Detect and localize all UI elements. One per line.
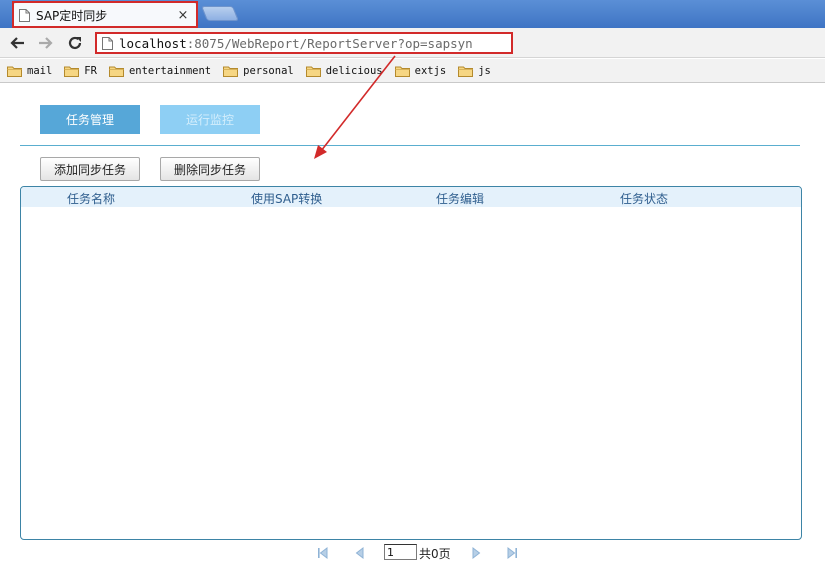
- bookmark-label: mail: [27, 64, 53, 77]
- last-page-icon[interactable]: [505, 546, 519, 560]
- back-button[interactable]: [7, 34, 27, 52]
- grid-column-header[interactable]: 使用SAP转换: [251, 190, 322, 207]
- folder-icon: [305, 66, 321, 77]
- browser-tab-strip: SAP定时同步 ×: [0, 0, 825, 28]
- new-tab-button[interactable]: [200, 6, 240, 21]
- task-manage-tab[interactable]: 任务管理: [40, 105, 140, 134]
- grid-column-header[interactable]: 任务状态: [620, 190, 668, 207]
- folder-icon: [64, 66, 80, 77]
- folder-icon: [223, 66, 239, 77]
- bookmark-personal[interactable]: personal: [223, 65, 294, 77]
- bookmark-fr[interactable]: FR: [64, 65, 97, 77]
- page-total: 共0页: [419, 547, 451, 561]
- folder-icon: [458, 66, 474, 77]
- bookmark-extjs[interactable]: extjs: [394, 64, 447, 77]
- first-page-icon[interactable]: [316, 546, 330, 560]
- run-monitor-tab[interactable]: 运行监控: [160, 105, 260, 134]
- bookmark-delicious[interactable]: delicious: [305, 64, 383, 77]
- browser-tab[interactable]: SAP定时同步 ×: [12, 2, 198, 28]
- bookmark-label: extjs: [414, 64, 447, 77]
- back-arrow-icon: [10, 37, 24, 49]
- grid-column-header[interactable]: 任务名称: [67, 190, 115, 207]
- grid-column-header[interactable]: 任务编辑: [436, 190, 484, 207]
- page-icon: [102, 36, 113, 50]
- grid-header: 任务名称 使用SAP转换 任务编辑 任务状态: [21, 187, 801, 207]
- next-page-icon[interactable]: [469, 546, 483, 560]
- bookmark-label: personal: [243, 64, 294, 77]
- prev-page-icon[interactable]: [353, 546, 367, 560]
- bookmark-label: delicious: [325, 64, 383, 77]
- folder-icon: [394, 66, 410, 77]
- browser-toolbar: localhost:8075/WebReport/ReportServer?op…: [0, 28, 825, 58]
- tab-title: SAP定时同步: [36, 9, 108, 23]
- bookmark-label: js: [478, 64, 491, 77]
- reload-icon: [68, 36, 82, 50]
- bookmark-mail[interactable]: mail: [7, 65, 52, 77]
- bookmarks-bar: mail FR entertainment personal delicious extj…: [0, 59, 825, 83]
- add-sync-task-button[interactable]: 添加同步任务: [40, 157, 140, 181]
- bookmark-label: FR: [84, 64, 97, 77]
- bookmark-entertainment[interactable]: entertainment: [108, 64, 212, 77]
- task-grid: 任务名称 使用SAP转换 任务编辑 任务状态: [20, 186, 802, 540]
- bookmark-js[interactable]: js: [458, 65, 491, 77]
- forward-button[interactable]: [36, 34, 56, 52]
- bookmark-label: entertainment: [128, 64, 212, 77]
- divider: [20, 145, 800, 146]
- url-path: :8075/WebReport/ReportServer?op=sapsyn: [186, 35, 473, 51]
- page-number-input[interactable]: [384, 544, 417, 560]
- pager: 共0页: [0, 543, 825, 563]
- reload-button[interactable]: [65, 34, 85, 52]
- folder-icon: [108, 66, 124, 77]
- folder-icon: [7, 66, 22, 77]
- delete-sync-task-button[interactable]: 删除同步任务: [160, 157, 260, 181]
- close-icon[interactable]: ×: [176, 8, 190, 23]
- page-icon: [19, 9, 30, 22]
- forward-arrow-icon: [39, 37, 53, 49]
- url-host: localhost: [119, 35, 187, 51]
- address-bar[interactable]: localhost:8075/WebReport/ReportServer?op…: [95, 32, 513, 54]
